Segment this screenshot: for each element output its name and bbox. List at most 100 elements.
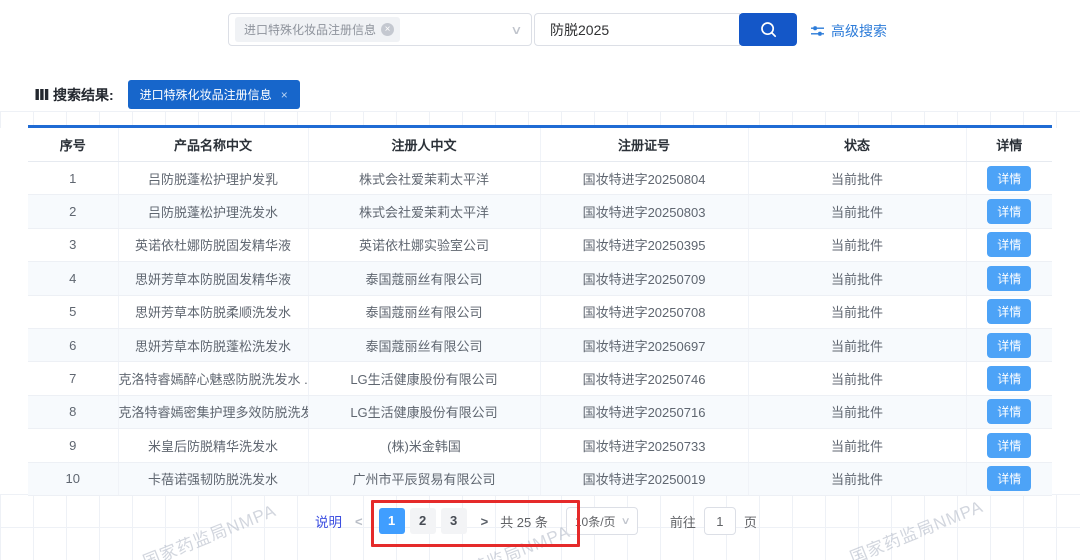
sliders-icon <box>810 24 825 38</box>
product-name: 英诺依杜娜防脱固发精华液 <box>118 228 308 261</box>
search-icon <box>759 20 778 39</box>
product-name: 米皇后防脱精华洗发水 <box>118 429 308 462</box>
note-link[interactable]: 说明 <box>315 511 342 531</box>
category-tag: 进口特殊化妆品注册信息 × <box>235 17 400 42</box>
detail-cell: 详情 <box>966 395 1052 428</box>
pagination-bar: 说明 < 123 > 共 25 条 10条/页 ∨ 前往 页 <box>315 507 757 535</box>
pager-next-icon[interactable]: > <box>481 514 489 529</box>
product-name: 思妍芳草本防脱固发精华液 <box>118 262 308 295</box>
registrant-name: 广州市平辰贸易有限公司 <box>308 462 540 495</box>
grid-icon <box>35 88 49 101</box>
status-text: 当前批件 <box>748 195 966 228</box>
search-input[interactable] <box>534 13 740 46</box>
detail-button[interactable]: 详情 <box>987 299 1031 324</box>
row-index: 8 <box>28 395 118 428</box>
cert-number: 国妆特进字20250803 <box>540 195 748 228</box>
row-index: 2 <box>28 195 118 228</box>
row-index: 3 <box>28 228 118 261</box>
registrant-name: 泰国蔻丽丝有限公司 <box>308 295 540 328</box>
detail-cell: 详情 <box>966 262 1052 295</box>
registrant-name: (株)米金韩国 <box>308 429 540 462</box>
status-text: 当前批件 <box>748 328 966 361</box>
registrant-name: 泰国蔻丽丝有限公司 <box>308 262 540 295</box>
page-button[interactable]: 3 <box>441 508 467 534</box>
column-header: 产品名称中文 <box>118 127 308 162</box>
detail-button[interactable]: 详情 <box>987 166 1031 191</box>
table-row: 1吕防脱蓬松护理护发乳株式会社爱茉莉太平洋国妆特进字20250804当前批件详情 <box>28 162 1052 195</box>
detail-button[interactable]: 详情 <box>987 366 1031 391</box>
cert-number: 国妆特进字20250746 <box>540 362 748 395</box>
registrant-name: 泰国蔻丽丝有限公司 <box>308 328 540 361</box>
column-header: 状态 <box>748 127 966 162</box>
goto-page-input[interactable] <box>704 507 736 535</box>
product-name: 思妍芳草本防脱柔顺洗发水 <box>118 295 308 328</box>
registrant-name: 株式会社爱茉莉太平洋 <box>308 195 540 228</box>
row-index: 1 <box>28 162 118 195</box>
detail-button[interactable]: 详情 <box>987 333 1031 358</box>
row-index: 9 <box>28 429 118 462</box>
advanced-search-label: 高级搜索 <box>831 21 887 41</box>
cert-number: 国妆特进字20250395 <box>540 228 748 261</box>
column-header: 详情 <box>966 127 1052 162</box>
detail-button[interactable]: 详情 <box>987 466 1031 491</box>
page-size-value: 10条/页 <box>575 513 616 530</box>
page-button[interactable]: 1 <box>379 508 405 534</box>
detail-cell: 详情 <box>966 295 1052 328</box>
table-row: 4思妍芳草本防脱固发精华液泰国蔻丽丝有限公司国妆特进字20250709当前批件详… <box>28 262 1052 295</box>
cert-number: 国妆特进字20250709 <box>540 262 748 295</box>
detail-cell: 详情 <box>966 328 1052 361</box>
registrant-name: LG生活健康股份有限公司 <box>308 362 540 395</box>
cert-number: 国妆特进字20250716 <box>540 395 748 428</box>
goto-label: 前往 <box>670 512 696 531</box>
page-size-select[interactable]: 10条/页 ∨ <box>566 507 638 535</box>
column-header: 注册证号 <box>540 127 748 162</box>
status-text: 当前批件 <box>748 262 966 295</box>
status-text: 当前批件 <box>748 462 966 495</box>
table-row: 9米皇后防脱精华洗发水(株)米金韩国国妆特进字20250733当前批件详情 <box>28 429 1052 462</box>
watermark-text: 国家药监局NMPA <box>138 496 279 560</box>
table-row: 7克洛特睿嫣醉心魅惑防脱洗发水 ...LG生活健康股份有限公司国妆特进字2025… <box>28 362 1052 395</box>
status-text: 当前批件 <box>748 228 966 261</box>
table-row: 5思妍芳草本防脱柔顺洗发水泰国蔻丽丝有限公司国妆特进字20250708当前批件详… <box>28 295 1052 328</box>
active-filter-tag[interactable]: 进口特殊化妆品注册信息 × <box>128 80 300 109</box>
cert-number: 国妆特进字20250019 <box>540 462 748 495</box>
filter-tag-close-icon[interactable]: × <box>281 88 288 102</box>
row-index: 4 <box>28 262 118 295</box>
pager-prev-icon[interactable]: < <box>355 514 363 529</box>
pager-pages: 123 <box>379 508 467 534</box>
search-bar: 进口特殊化妆品注册信息 × ∨ <box>228 13 797 46</box>
status-text: 当前批件 <box>748 162 966 195</box>
cert-number: 国妆特进字20250697 <box>540 328 748 361</box>
status-text: 当前批件 <box>748 362 966 395</box>
detail-button[interactable]: 详情 <box>987 433 1031 458</box>
results-label: 搜索结果: <box>35 85 114 105</box>
table-row: 6思妍芳草本防脱蓬松洗发水泰国蔻丽丝有限公司国妆特进字20250697当前批件详… <box>28 328 1052 361</box>
watermark-text: 国家药监局NMPA <box>845 492 986 560</box>
page: 国家药监局NMPA 国家药监局NMPA 国家药监局NMPA 进口特殊化妆品注册信… <box>0 0 1080 560</box>
results-table: 序号产品名称中文注册人中文注册证号状态详情 1吕防脱蓬松护理护发乳株式会社爱茉莉… <box>28 125 1052 496</box>
row-index: 5 <box>28 295 118 328</box>
chevron-down-icon: ∨ <box>620 516 630 527</box>
detail-cell: 详情 <box>966 195 1052 228</box>
total-count-text: 共 25 条 <box>500 512 548 531</box>
cert-number: 国妆特进字20250804 <box>540 162 748 195</box>
search-category-select[interactable]: 进口特殊化妆品注册信息 × ∨ <box>228 13 532 46</box>
detail-button[interactable]: 详情 <box>987 199 1031 224</box>
registrant-name: 株式会社爱茉莉太平洋 <box>308 162 540 195</box>
row-index: 10 <box>28 462 118 495</box>
page-button[interactable]: 2 <box>410 508 436 534</box>
detail-button[interactable]: 详情 <box>987 266 1031 291</box>
detail-button[interactable]: 详情 <box>987 232 1031 257</box>
status-text: 当前批件 <box>748 429 966 462</box>
detail-button[interactable]: 详情 <box>987 399 1031 424</box>
results-label-text: 搜索结果: <box>53 85 114 105</box>
table-row: 10卡蓓诺强韧防脱洗发水广州市平辰贸易有限公司国妆特进字20250019当前批件… <box>28 462 1052 495</box>
detail-cell: 详情 <box>966 162 1052 195</box>
advanced-search-link[interactable]: 高级搜索 <box>810 21 887 41</box>
status-text: 当前批件 <box>748 395 966 428</box>
detail-cell: 详情 <box>966 228 1052 261</box>
search-button[interactable] <box>739 13 797 46</box>
registrant-name: LG生活健康股份有限公司 <box>308 395 540 428</box>
category-tag-close-icon[interactable]: × <box>381 23 394 36</box>
row-index: 7 <box>28 362 118 395</box>
